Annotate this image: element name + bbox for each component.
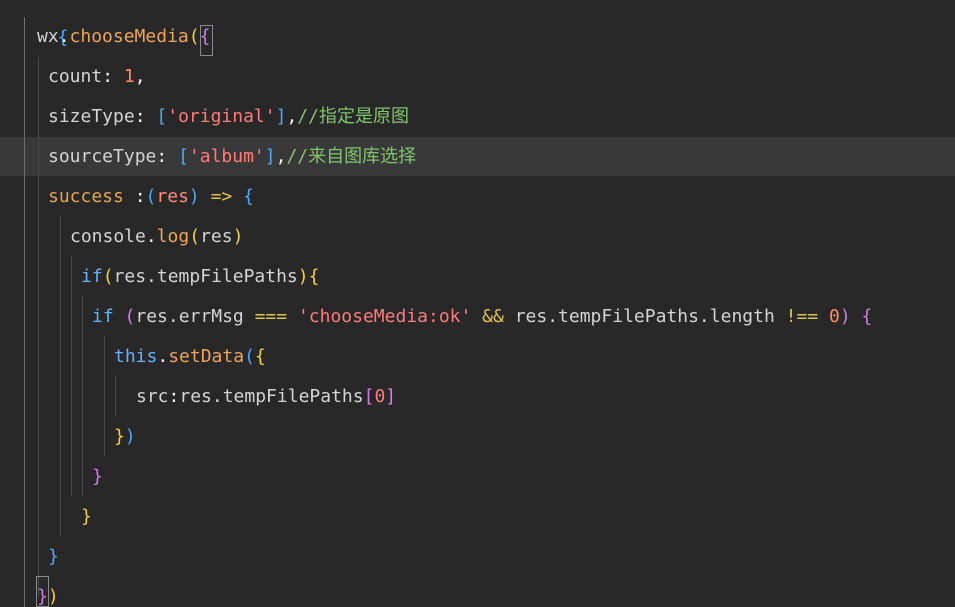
code-line[interactable]: } <box>81 497 92 537</box>
close-brace: } <box>37 586 48 607</box>
open-brace: { <box>199 26 211 47</box>
punctuation: . <box>157 346 169 367</box>
code-line[interactable]: sizeType: ['original'],//指定是原图 <box>48 97 409 137</box>
punctuation: : <box>102 66 124 87</box>
code-line[interactable]: if(res.tempFilePaths){ <box>81 257 319 297</box>
indent-guide <box>60 216 61 536</box>
keyword: this <box>114 346 158 367</box>
open-paren: ( <box>188 26 200 47</box>
operator: !== <box>785 306 819 327</box>
close-paren: ) <box>188 186 200 207</box>
close-paren: ) <box>839 306 851 327</box>
code-line[interactable]: { <box>14 0 68 48</box>
open-brace: { <box>243 186 254 207</box>
open-paren: ( <box>102 266 114 287</box>
code-line[interactable]: if (res.errMsg === 'chooseMedia:ok' && r… <box>92 297 872 337</box>
punctuation: : <box>134 106 157 127</box>
open-paren: ( <box>189 226 201 247</box>
identifier: console <box>70 226 146 247</box>
open-paren: ( <box>113 306 136 327</box>
open-paren: ( <box>145 186 157 207</box>
operator: && <box>471 306 515 327</box>
code-line[interactable]: } <box>48 537 59 577</box>
arrow-operator: => <box>199 186 244 207</box>
close-brace: } <box>114 426 125 447</box>
open-brace: { <box>254 346 266 367</box>
open-bracket: [ <box>363 386 375 407</box>
close-paren: ) <box>232 226 244 247</box>
code-line[interactable]: count: 1, <box>48 57 146 97</box>
punctuation: : <box>123 186 146 207</box>
close-bracket: ] <box>275 106 287 127</box>
string-literal: 'original' <box>167 106 276 127</box>
function-name: chooseMedia <box>69 26 189 47</box>
function-name: log <box>156 226 190 247</box>
argument: res <box>200 226 233 247</box>
expression: res.tempFilePaths <box>113 266 298 287</box>
punctuation: . <box>145 226 157 247</box>
property-key: sizeType <box>48 106 135 127</box>
comment: //来自图库选择 <box>286 146 417 167</box>
property-key: src <box>136 386 169 407</box>
expression: res.tempFilePaths <box>179 386 364 407</box>
close-paren: ) <box>124 426 136 447</box>
string-literal: 'album' <box>188 146 265 167</box>
string-literal: 'chooseMedia:ok' <box>287 306 472 327</box>
property-key: success <box>48 186 124 207</box>
open-brace: { <box>850 306 873 327</box>
code-line[interactable]: this.setData({ <box>114 337 266 377</box>
expression: res.tempFilePaths.length <box>514 306 786 327</box>
indent-guide <box>71 256 72 496</box>
identifier: wx <box>37 26 59 47</box>
number-literal: 1 <box>123 66 135 87</box>
punctuation: : <box>168 386 180 407</box>
punctuation: , <box>275 146 287 167</box>
comment: //指定是原图 <box>297 106 409 127</box>
number-literal: 0 <box>374 386 386 407</box>
indent-guide <box>82 296 83 496</box>
code-line[interactable]: console.log(res) <box>70 217 243 257</box>
code-line[interactable]: sourceType: ['album'],//来自图库选择 <box>48 137 416 177</box>
code-line[interactable]: } <box>92 457 103 497</box>
indent-guide <box>115 376 116 416</box>
number-literal: 0 <box>818 306 840 327</box>
punctuation: , <box>286 106 298 127</box>
keyword: if <box>92 306 114 327</box>
close-brace: } <box>48 546 59 567</box>
code-line[interactable]: wx.chooseMedia({ <box>37 17 210 57</box>
indent-guide <box>104 336 105 456</box>
punctuation: . <box>58 26 70 47</box>
close-bracket: ] <box>385 386 397 407</box>
keyword: if <box>81 266 103 287</box>
code-editor[interactable]: { wx.chooseMedia({ count: 1, sizeType: [… <box>0 0 955 607</box>
close-paren: ) <box>297 266 309 287</box>
open-paren: ( <box>244 346 255 367</box>
code-line[interactable]: }) <box>114 417 136 457</box>
punctuation: : <box>156 146 179 167</box>
indent-guide <box>24 17 25 607</box>
open-bracket: [ <box>156 106 168 127</box>
code-line[interactable]: }) <box>37 577 59 607</box>
expression: res.errMsg <box>135 306 255 327</box>
indent-guide <box>38 57 39 597</box>
close-brace: } <box>81 506 92 527</box>
close-bracket: ] <box>264 146 276 167</box>
code-line[interactable]: success :(res) => { <box>48 177 254 217</box>
open-bracket: [ <box>178 146 189 167</box>
operator: === <box>254 306 288 327</box>
open-brace: { <box>308 266 320 287</box>
close-brace: } <box>92 466 103 487</box>
punctuation: , <box>134 66 146 87</box>
property-key: count <box>48 66 103 87</box>
close-paren: ) <box>47 586 59 607</box>
parameter: res <box>156 186 189 207</box>
code-line[interactable]: src:res.tempFilePaths[0] <box>136 377 396 417</box>
function-name: setData <box>168 346 245 367</box>
property-key: sourceType <box>48 146 157 167</box>
